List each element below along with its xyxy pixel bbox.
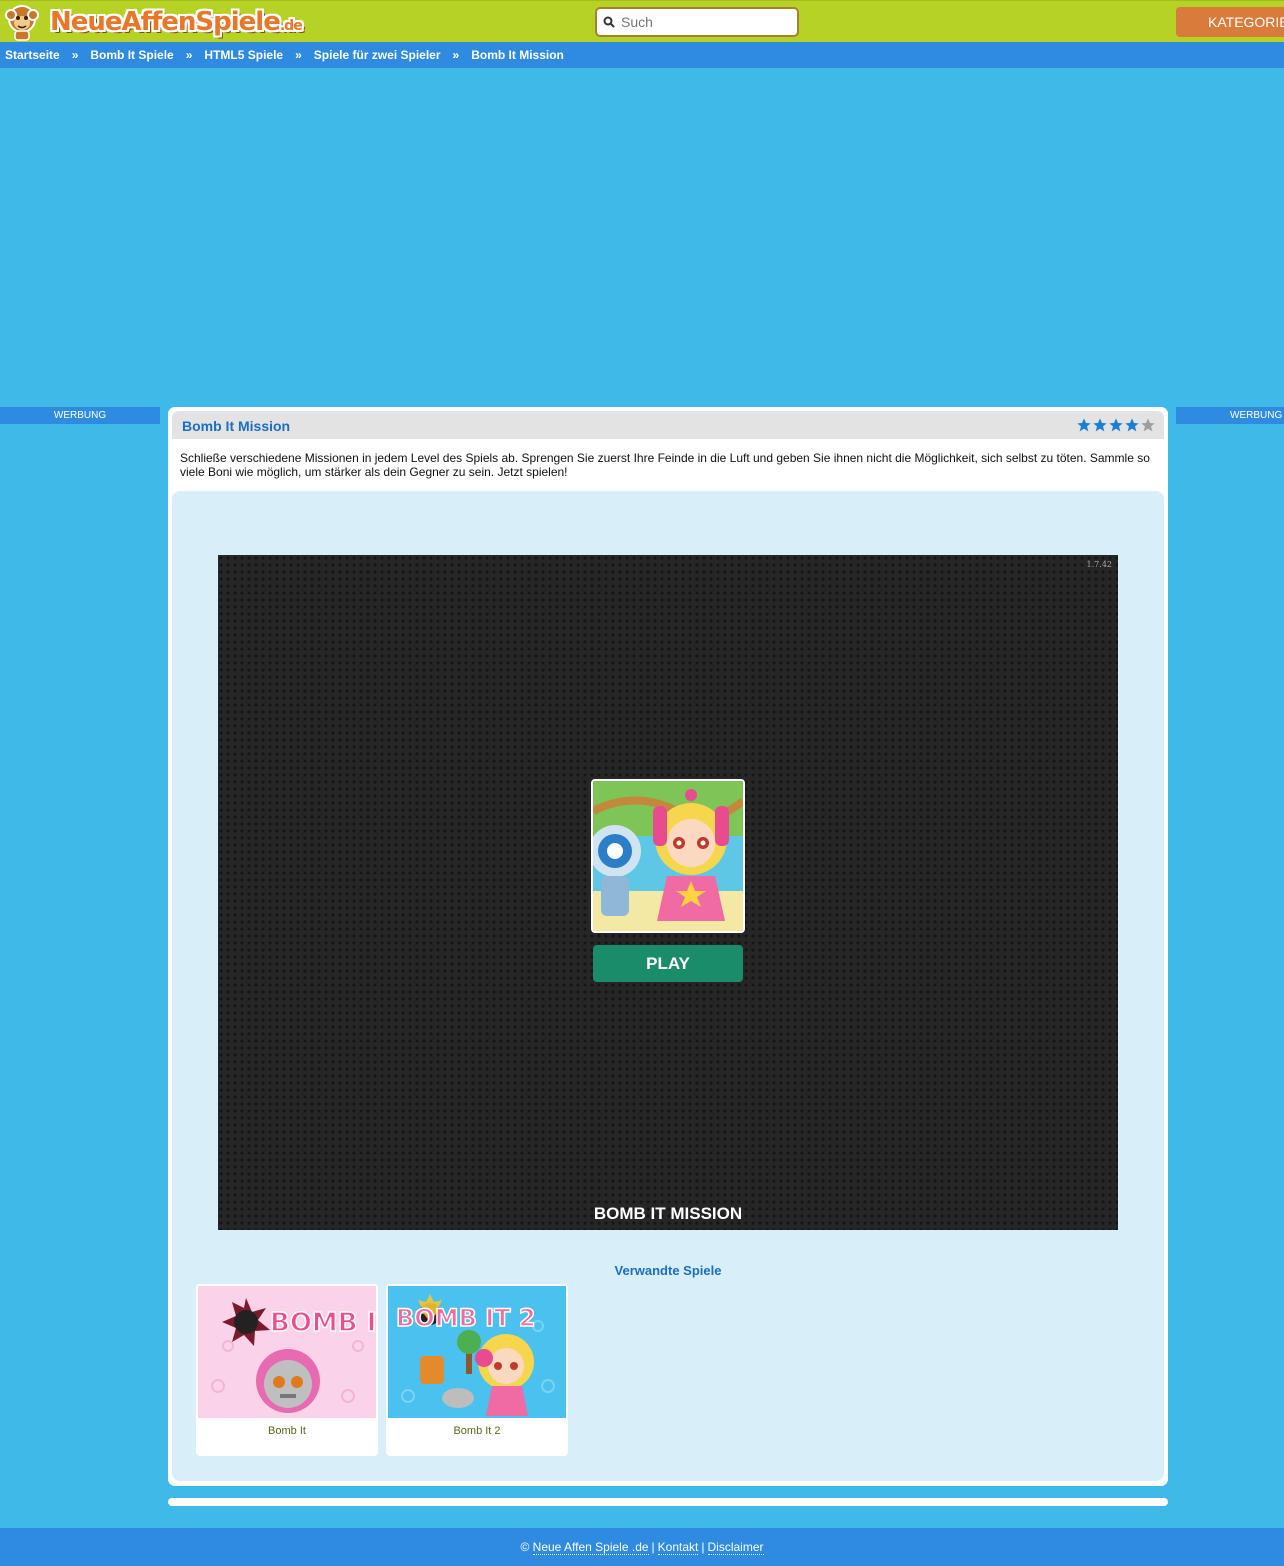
related-game-thumbnail[interactable]: BOMB IT 2 [388,1286,566,1418]
breadcrumb-home[interactable]: Startseite [5,48,60,62]
breadcrumb-separator: » [71,48,79,62]
related-game-thumbnail[interactable]: BOMB IT [198,1286,376,1418]
footer-contact-link[interactable]: Kontakt [657,1540,699,1555]
footer-disclaimer-link[interactable]: Disclaimer [707,1540,764,1555]
search-icon[interactable] [597,16,621,28]
breadcrumb-current-game[interactable]: Bomb It Mission [471,48,564,62]
star-filled-icon[interactable] [1076,417,1092,433]
star-empty-icon[interactable] [1140,417,1156,433]
game-version: 1.7.42 [1086,560,1112,569]
game-description: Schließe verschiedene Missionen in jedem… [180,451,1150,479]
related-game-name[interactable]: Bomb It [196,1425,378,1437]
breadcrumb-separator: » [185,48,193,62]
play-button[interactable]: PLAY [593,945,743,982]
ad-label-right: WERBUNG [1176,407,1284,424]
bomb-it-2-logo-text: BOMB IT 2 [396,1304,536,1332]
splash-game-title: BOMB IT MISSION [593,1204,743,1223]
site-footer: © Neue Affen Spiele .de | Kontakt | Disc… [0,1528,1284,1566]
bomb-it-logo-text: BOMB IT [270,1308,376,1338]
content-bottom-bar [168,1498,1168,1506]
game-canvas[interactable]: 1.7.42 PLAY BOMB IT MISSION [218,555,1118,1230]
rating-stars[interactable] [1076,417,1156,433]
footer-separator: | [701,1540,705,1554]
site-logo[interactable]: NeueAffenSpiele.de [2,3,303,41]
breadcrumb-separator: » [452,48,460,62]
related-game-card[interactable]: BOMB IT 2 Bomb It 2 [386,1284,568,1456]
breadcrumb-separator: » [295,48,302,62]
categories-button[interactable]: KATEGORIEN [1176,7,1284,37]
game-title: Bomb It Mission [182,418,291,434]
logo-wordmark: NeueAffenSpiele.de [50,7,303,37]
categories-label: KATEGORIEN [1208,14,1284,30]
footer-separator: | [651,1540,655,1554]
game-thumbnail [591,779,745,933]
related-game-name[interactable]: Bomb It 2 [386,1425,568,1437]
game-title-bar: Bomb It Mission [172,411,1164,439]
copyright-symbol: © [520,1540,530,1554]
breadcrumb-html5-games[interactable]: HTML5 Spiele [204,48,283,62]
ad-label-left: WERBUNG [0,407,160,424]
breadcrumb: Startseite » Bomb It Spiele » HTML5 Spie… [0,42,1284,68]
monkey-logo-icon [5,5,39,41]
breadcrumb-bomb-it-games[interactable]: Bomb It Spiele [90,48,173,62]
site-header: NeueAffenSpiele.de KATEGORIEN [0,0,1284,42]
related-games-heading: Verwandte Spiele [614,1263,722,1278]
star-filled-icon[interactable] [1092,417,1108,433]
game-area: 1.7.42 PLAY BOMB IT MISSION Verwandte Sp… [172,491,1164,1481]
breadcrumb-two-player-games[interactable]: Spiele für zwei Spieler [314,48,441,62]
game-panel: Bomb It Mission Schließe verschiedene Mi… [168,407,1168,1486]
star-filled-icon[interactable] [1124,417,1140,433]
footer-site-link[interactable]: Neue Affen Spiele .de [532,1540,649,1555]
search-box[interactable] [595,7,799,37]
search-input[interactable] [621,14,791,30]
star-filled-icon[interactable] [1108,417,1124,433]
related-game-card[interactable]: BOMB IT Bomb It [196,1284,378,1456]
